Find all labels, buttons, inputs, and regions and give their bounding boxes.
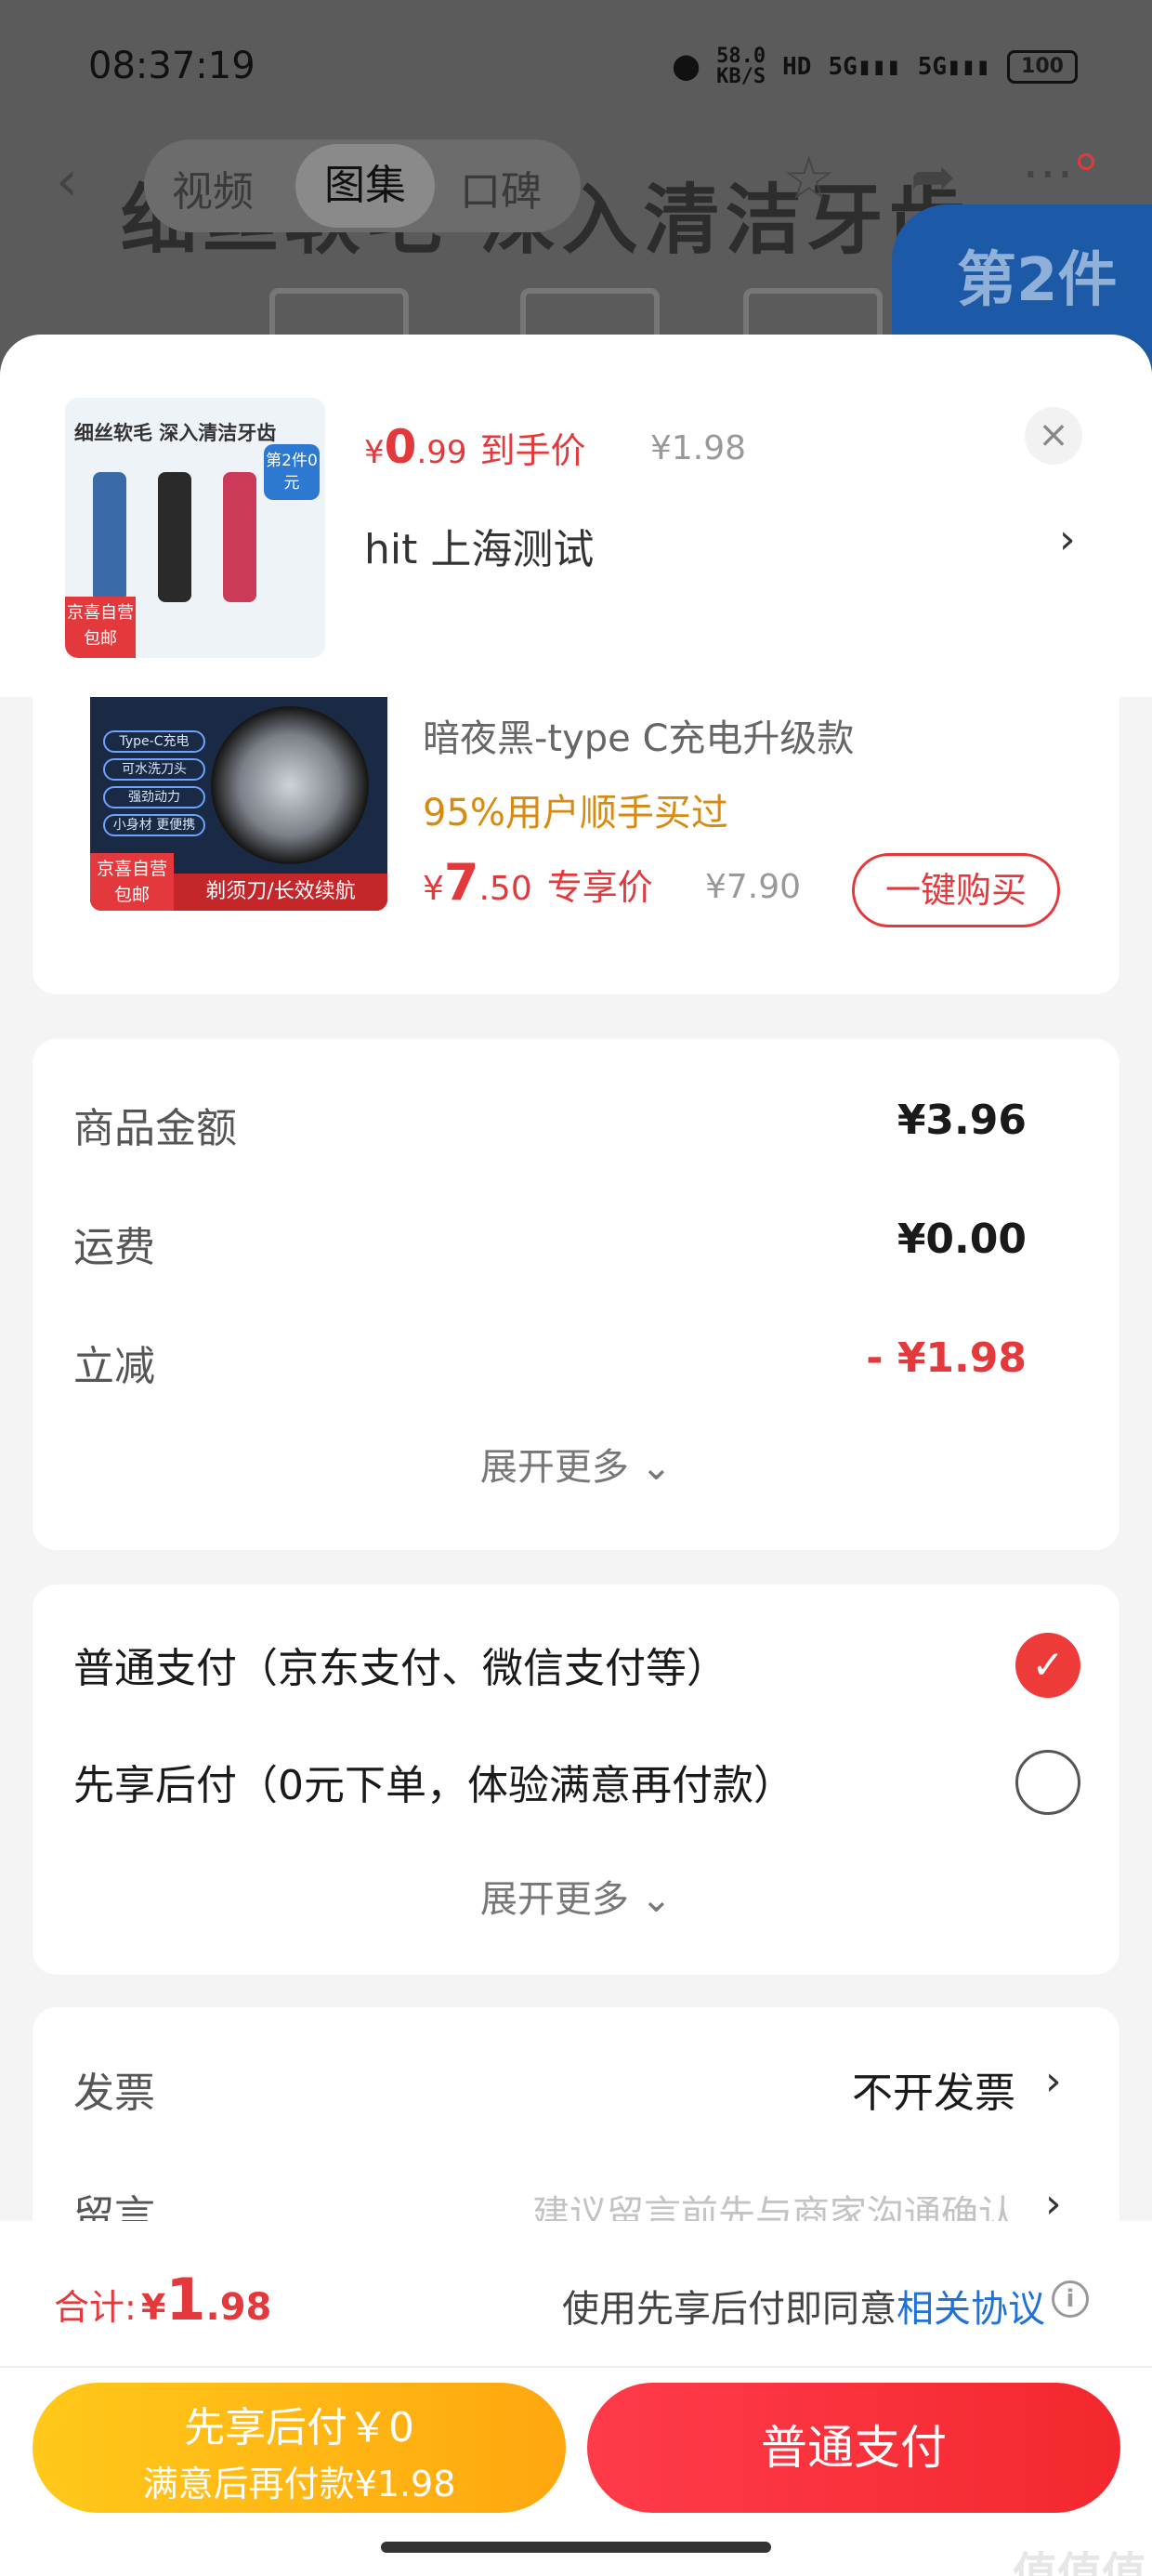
tab-gallery[interactable]: 图集 <box>295 144 435 228</box>
close-button[interactable]: × <box>1025 407 1082 465</box>
share-icon[interactable]: ➦ <box>910 145 956 208</box>
payment-radio-normal[interactable]: ✓ <box>1015 1633 1080 1698</box>
spec-selector[interactable]: hit 上海测试 <box>364 516 594 575</box>
pay-later-button[interactable]: 先享后付￥0 满意后再付款¥1.98 <box>33 2383 566 2513</box>
notification-dot <box>1078 153 1094 170</box>
recommended-original-price: ¥7.90 <box>705 868 802 906</box>
social-proof: 95%用户顺手买过 <box>423 792 728 835</box>
original-price: ¥1.98 <box>650 429 747 467</box>
discount-label: 立减 <box>73 1343 155 1390</box>
payment-option-normal[interactable]: 普通支付（京东支付、微信支付等） <box>73 1635 727 1694</box>
back-arrow-icon[interactable]: ‹ <box>56 149 78 214</box>
thumb-tag: 京喜自营 包邮 <box>65 597 136 658</box>
amount-value: ¥3.96 <box>897 1097 1027 1144</box>
final-price: ¥0.99 到手价 <box>364 420 586 474</box>
favorite-star-icon[interactable]: ☆ <box>782 145 835 214</box>
signal-5g-icon: 5G▮▮▮ <box>828 53 901 81</box>
tab-reviews[interactable]: 口碑 <box>460 158 542 217</box>
product-nav: ‹ 视频 图集 口碑 ☆ ➦ ⋯ <box>0 139 1152 232</box>
shipping-value: ¥0.00 <box>897 1216 1027 1263</box>
amount-label: 商品金额 <box>73 1105 237 1152</box>
product-thumbnail: 细丝软毛 深入清洁牙齿 第2件0元 京喜自营 包邮 <box>65 398 325 658</box>
info-icon[interactable]: i <box>1052 2280 1089 2318</box>
discount-value: - ¥1.98 <box>866 1334 1027 1382</box>
agreement-link[interactable]: 相关协议 <box>897 2288 1045 2331</box>
more-icon[interactable]: ⋯ <box>1022 143 1074 204</box>
tab-video[interactable]: 视频 <box>172 158 254 217</box>
thumb-badge: 第2件0元 <box>264 444 320 500</box>
bottom-action-bar: 合计: ¥1.98 使用先享后付即同意相关协议 i 先享后付￥0 满意后再付款¥… <box>0 2221 1152 2576</box>
hd-icon: HD <box>782 53 812 81</box>
amount-summary-card: 商品金额 ¥3.96 运费 ¥0.00 立减 - ¥1.98 展开更多 ⌄ <box>33 1039 1119 1550</box>
status-icons: ⬤ 58.0 KB/S HD 5G▮▮▮ 5G▮▮▮ 100 <box>673 46 1078 87</box>
recommended-product-card: Type-C充电 可水洗刀头 强劲动力 小身材 更便携 京喜自营 包邮 剃须刀/… <box>33 678 1119 994</box>
signal-5g-icon: 5G▮▮▮ <box>917 53 990 81</box>
location-icon: ⬤ <box>673 53 700 81</box>
invoice-label: 发票 <box>73 2070 155 2117</box>
sheet-header: 细丝软毛 深入清洁牙齿 第2件0元 京喜自营 包邮 ¥0.99 到手价 ¥1.98… <box>0 335 1152 697</box>
payment-radio-pay-later[interactable] <box>1015 1750 1080 1815</box>
payment-method-card: 普通支付（京东支付、微信支付等） ✓ 先享后付（0元下单，体验满意再付款） 展开… <box>33 1584 1119 1975</box>
background-product-page: 细丝软毛 深入清洁牙齿 第2件 08:37:19 ⬤ 58.0KB/S HD 5… <box>0 0 1152 390</box>
recommended-product-name: 暗夜黑-type C充电升级款 <box>423 717 855 760</box>
order-total: 合计: ¥1.98 <box>54 2266 272 2333</box>
payment-option-pay-later[interactable]: 先享后付（0元下单，体验满意再付款） <box>73 1752 794 1811</box>
recommended-product-image: Type-C充电 可水洗刀头 强劲动力 小身材 更便携 京喜自营 包邮 剃须刀/… <box>90 697 387 911</box>
expand-more-button[interactable]: 展开更多 ⌄ <box>33 1437 1119 1491</box>
chevron-right-icon[interactable]: › <box>1045 2057 1062 2105</box>
recommended-price: ¥7.50 专享价 <box>423 853 653 912</box>
expand-more-button[interactable]: 展开更多 ⌄ <box>33 1869 1119 1923</box>
network-speed: 58.0 KB/S <box>716 45 766 88</box>
shipping-label: 运费 <box>73 1224 155 1271</box>
status-bar: 08:37:19 ⬤ 58.0 KB/S HD 5G▮▮▮ 5G▮▮▮ 100 <box>0 37 1152 102</box>
invoice-value[interactable]: 不开发票 <box>852 2059 1015 2119</box>
home-indicator[interactable] <box>381 2542 771 2553</box>
battery-icon: 100 <box>1007 50 1078 84</box>
one-click-buy-button[interactable]: 一键购买 <box>852 853 1060 927</box>
normal-pay-button[interactable]: 普通支付 <box>587 2383 1120 2513</box>
clock: 08:37:19 <box>88 45 255 87</box>
chevron-right-icon[interactable]: › <box>1059 516 1076 563</box>
watermark: 值值值 <box>1013 2548 1147 2576</box>
divider <box>0 2366 1152 2368</box>
agreement-text: 使用先享后付即同意相关协议 <box>562 2288 1045 2331</box>
